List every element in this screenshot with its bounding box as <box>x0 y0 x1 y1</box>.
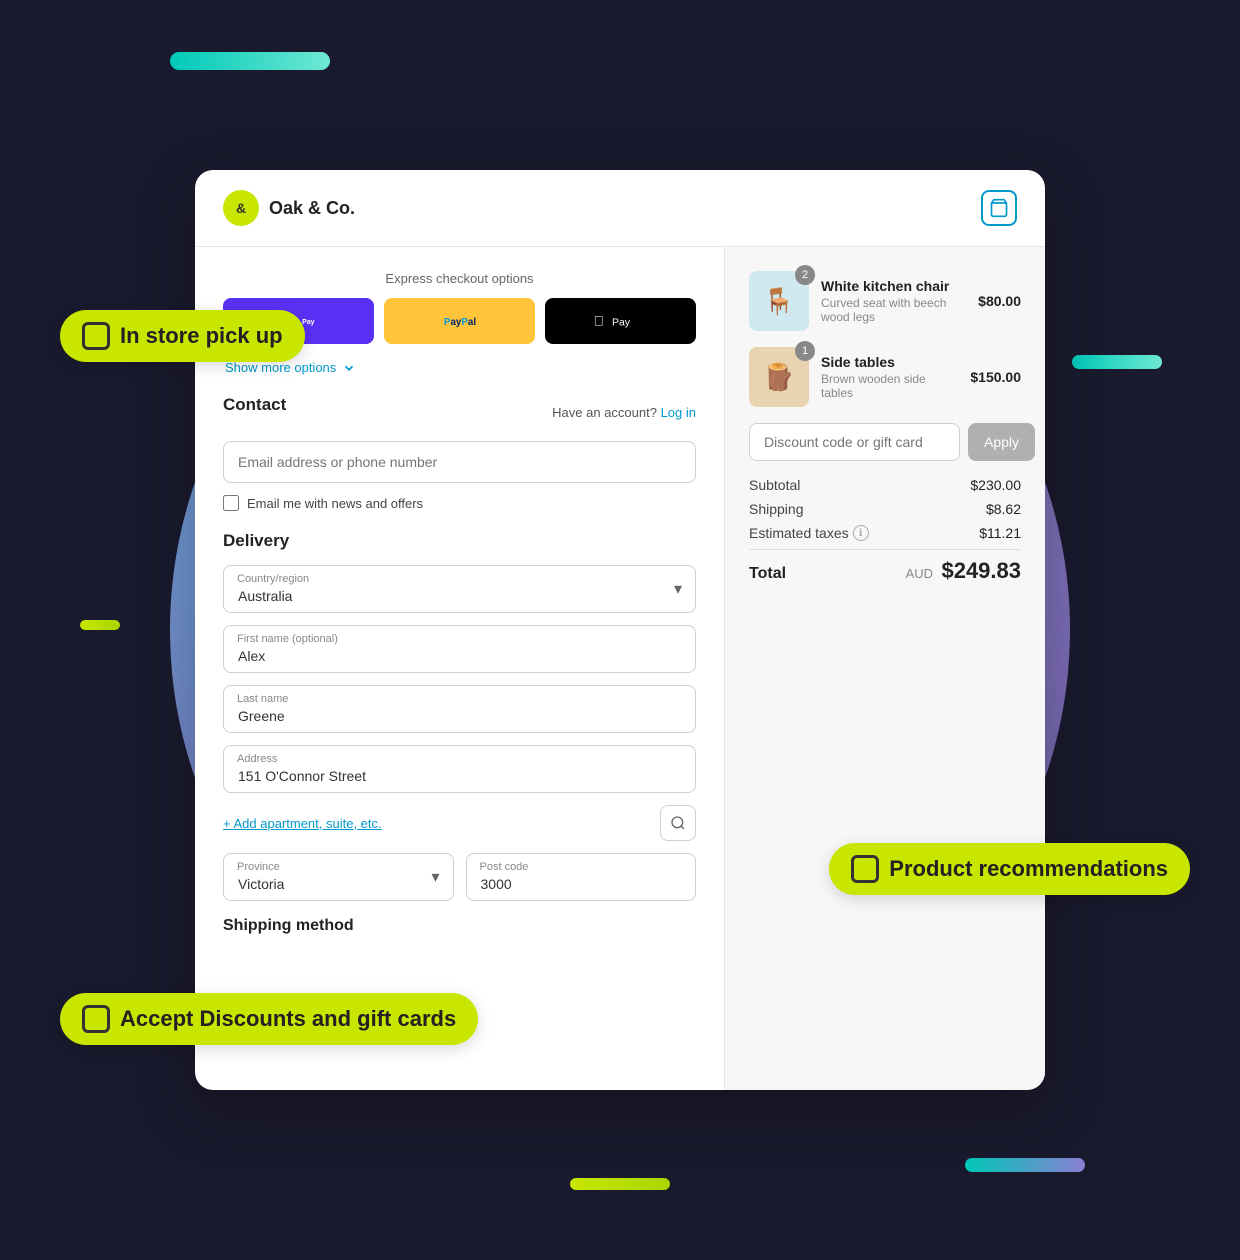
last-name-wrapper: Last name <box>223 685 696 733</box>
express-checkout-label: Express checkout options <box>223 271 696 286</box>
email-news-checkbox[interactable] <box>223 495 239 511</box>
subtotal-row: Subtotal $230.00 <box>749 477 1021 493</box>
postcode-wrapper: Post code <box>466 853 697 901</box>
first-name-input[interactable] <box>223 625 696 673</box>
accept-discounts-badge[interactable]: Accept Discounts and gift cards <box>60 993 478 1045</box>
svg-text:Pay: Pay <box>611 317 630 329</box>
apple-pay-button[interactable]: Pay  <box>545 298 696 344</box>
taxes-info-icon[interactable]: ℹ <box>853 525 869 541</box>
card-header: & Oak & Co. <box>195 170 1045 247</box>
address-wrapper: Address <box>223 745 696 793</box>
badge-checkbox-icon <box>82 322 110 350</box>
badge-checkbox-icon-2 <box>82 1005 110 1033</box>
in-store-pickup-badge[interactable]: In store pick up <box>60 310 305 362</box>
item-2-badge: 1 <box>795 341 815 361</box>
email-phone-input[interactable] <box>223 441 696 483</box>
discount-row: Apply <box>749 423 1021 461</box>
contact-title: Contact <box>223 395 286 415</box>
shipping-method-title: Shipping method <box>223 917 696 935</box>
last-name-input[interactable] <box>223 685 696 733</box>
add-apartment-link[interactable]: + Add apartment, suite, etc. <box>223 816 382 831</box>
country-select-wrapper: Country/region Australia ▾ <box>223 565 696 613</box>
shipping-value: $8.62 <box>986 501 1021 517</box>
item-1-badge: 2 <box>795 265 815 285</box>
show-more-label: Show more options <box>225 360 336 375</box>
item-1-price: $80.00 <box>978 293 1021 309</box>
card-body: Express checkout options shop Pay PayPal <box>195 247 1045 1090</box>
accent-bar-right-mid <box>1072 355 1162 369</box>
summary-divider <box>749 549 1021 550</box>
province-select-wrapper: Province Victoria ▾ <box>223 853 454 901</box>
chevron-down-icon <box>342 361 356 375</box>
province-select[interactable]: Victoria <box>223 853 454 901</box>
accept-discounts-label: Accept Discounts and gift cards <box>120 1006 456 1032</box>
total-value: $249.83 <box>941 558 1021 583</box>
province-postcode-row: Province Victoria ▾ Post code <box>223 853 696 901</box>
subtotal-label: Subtotal <box>749 477 800 493</box>
accent-bar-bottom-right <box>965 1158 1085 1172</box>
brand-name: Oak & Co. <box>269 198 355 219</box>
item-2-price: $150.00 <box>970 369 1021 385</box>
email-news-label: Email me with news and offers <box>247 496 423 511</box>
cart-icon[interactable] <box>981 190 1017 226</box>
in-store-pickup-label: In store pick up <box>120 323 283 349</box>
left-column: Express checkout options shop Pay PayPal <box>195 247 725 1090</box>
logo-icon: & <box>223 190 259 226</box>
country-select[interactable]: Australia <box>223 565 696 613</box>
brand-logo: & Oak & Co. <box>223 190 355 226</box>
item-2-desc: Brown wooden side tables <box>821 372 958 400</box>
shipping-label: Shipping <box>749 501 804 517</box>
right-column: 🪑 2 White kitchen chair Curved seat with… <box>725 247 1045 1090</box>
checkout-card: & Oak & Co. Express checkout options sho… <box>195 170 1045 1090</box>
apply-button[interactable]: Apply <box>968 423 1035 461</box>
email-news-row: Email me with news and offers <box>223 495 696 511</box>
taxes-label-row: Estimated taxes ℹ <box>749 525 869 541</box>
accent-bar-top <box>170 52 330 70</box>
address-input[interactable] <box>223 745 696 793</box>
product-recommendations-badge[interactable]: Product recommendations <box>829 843 1190 895</box>
item-2-name: Side tables <box>821 354 958 370</box>
item-2-image-wrap: 🪵 1 <box>749 347 809 407</box>
contact-header-row: Contact Have an account? Log in <box>223 395 696 429</box>
first-name-wrapper: First name (optional) <box>223 625 696 673</box>
taxes-value: $11.21 <box>979 525 1021 541</box>
item-1-image-wrap: 🪑 2 <box>749 271 809 331</box>
shipping-row: Shipping $8.62 <box>749 501 1021 517</box>
accent-bar-left-mid <box>80 620 120 630</box>
item-1-name: White kitchen chair <box>821 278 966 294</box>
product-recommendations-label: Product recommendations <box>889 856 1168 882</box>
taxes-row: Estimated taxes ℹ $11.21 <box>749 525 1021 541</box>
have-account-text: Have an account? Log in <box>552 405 696 420</box>
total-label: Total <box>749 565 786 583</box>
item-1-info: White kitchen chair Curved seat with bee… <box>821 278 966 324</box>
order-item-2: 🪵 1 Side tables Brown wooden side tables… <box>749 347 1021 407</box>
svg-text::  <box>593 314 603 329</box>
discount-input[interactable] <box>749 423 960 461</box>
taxes-label: Estimated taxes <box>749 525 849 541</box>
search-icon-button[interactable] <box>660 805 696 841</box>
item-2-info: Side tables Brown wooden side tables <box>821 354 958 400</box>
order-item-1: 🪑 2 White kitchen chair Curved seat with… <box>749 271 1021 331</box>
total-currency: AUD <box>906 566 933 581</box>
show-more-options[interactable]: Show more options <box>225 360 696 375</box>
postcode-input[interactable] <box>466 853 697 901</box>
item-1-desc: Curved seat with beech wood legs <box>821 296 966 324</box>
subtotal-value: $230.00 <box>970 477 1021 493</box>
accent-bar-bottom-center <box>570 1178 670 1190</box>
delivery-title: Delivery <box>223 531 696 551</box>
login-link[interactable]: Log in <box>661 405 696 420</box>
total-row: Total AUD $249.83 <box>749 558 1021 584</box>
svg-text:PayPal: PayPal <box>443 317 475 328</box>
total-amount: AUD $249.83 <box>906 558 1021 584</box>
badge-checkbox-icon-3 <box>851 855 879 883</box>
paypal-button[interactable]: PayPal <box>384 298 535 344</box>
